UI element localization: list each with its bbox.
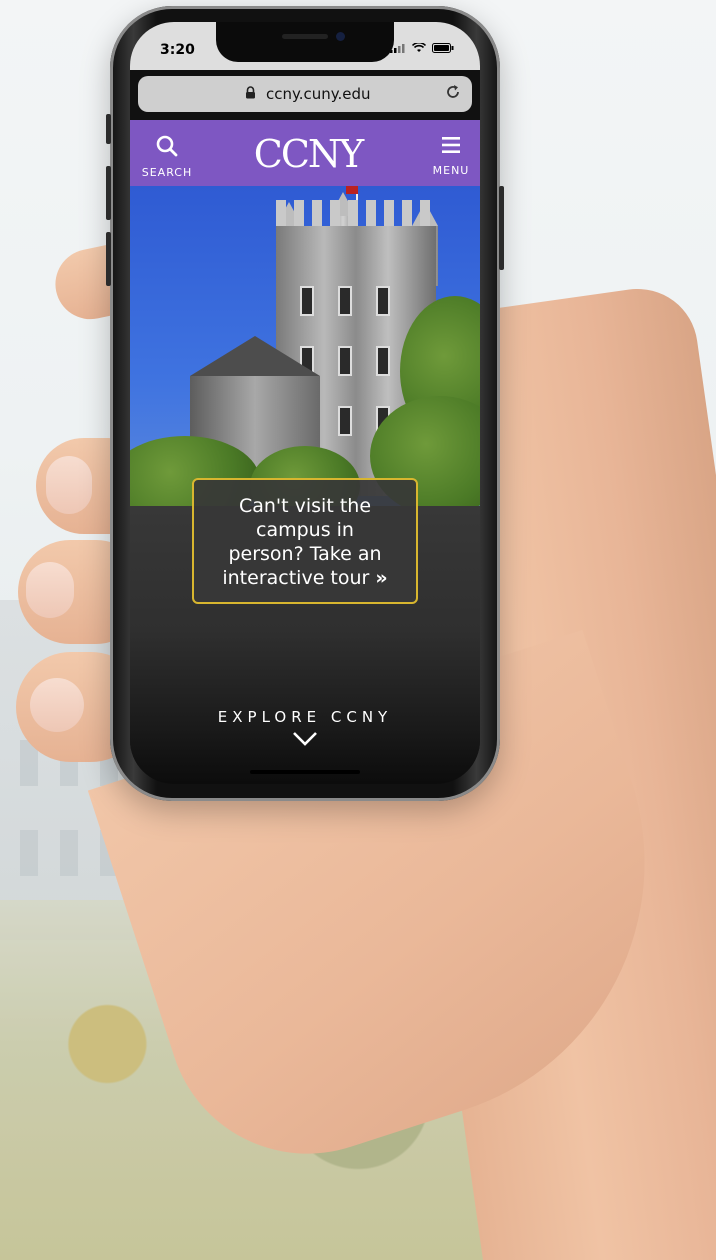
tour-text-line-4-text: interactive tour — [222, 567, 370, 589]
search-icon — [138, 134, 196, 162]
chevron-down-icon[interactable] — [292, 730, 318, 748]
phone-notch — [216, 22, 394, 62]
ccny-logo[interactable]: CCNY — [248, 132, 368, 176]
search-label: SEARCH — [141, 166, 193, 179]
url-text: ccny.cuny.edu — [266, 85, 371, 103]
menu-button[interactable]: MENU — [428, 134, 474, 177]
wifi-icon — [412, 41, 427, 52]
tour-text-line-1: Can't visit the — [238, 495, 372, 517]
tour-text-line-4: interactive tour» — [202, 566, 408, 590]
search-button[interactable]: SEARCH — [138, 134, 196, 179]
double-chevron-right-icon: » — [375, 567, 388, 589]
site-header: SEARCH CCNY MENU — [130, 120, 480, 186]
explore-ccny-label[interactable]: EXPLORE CCNY — [130, 708, 480, 726]
interactive-tour-link[interactable]: Can't visit the campus in person? Take a… — [192, 478, 418, 604]
phone-screen: 3:20 ccny.cuny.edu SEARCH CCNY MENU Can'… — [130, 22, 480, 784]
hamburger-icon — [428, 134, 474, 160]
phone-device: 3:20 ccny.cuny.edu SEARCH CCNY MENU Can'… — [106, 6, 504, 801]
power-button — [499, 186, 504, 270]
volume-up-button — [106, 166, 111, 220]
reload-icon[interactable] — [444, 83, 462, 106]
status-icons — [390, 41, 454, 56]
address-bar[interactable]: ccny.cuny.edu — [138, 76, 472, 112]
home-indicator[interactable] — [250, 770, 360, 774]
hero-image — [130, 186, 480, 526]
menu-label: MENU — [432, 164, 470, 177]
front-camera — [336, 32, 345, 41]
battery-icon — [432, 43, 454, 53]
tour-text-line-2: campus in — [256, 519, 354, 541]
tour-text-line-3: person? Take an — [228, 543, 382, 565]
status-time: 3:20 — [160, 42, 195, 58]
mute-switch — [106, 114, 111, 144]
earpiece — [282, 34, 328, 39]
lock-icon — [245, 86, 256, 102]
volume-down-button — [106, 232, 111, 286]
